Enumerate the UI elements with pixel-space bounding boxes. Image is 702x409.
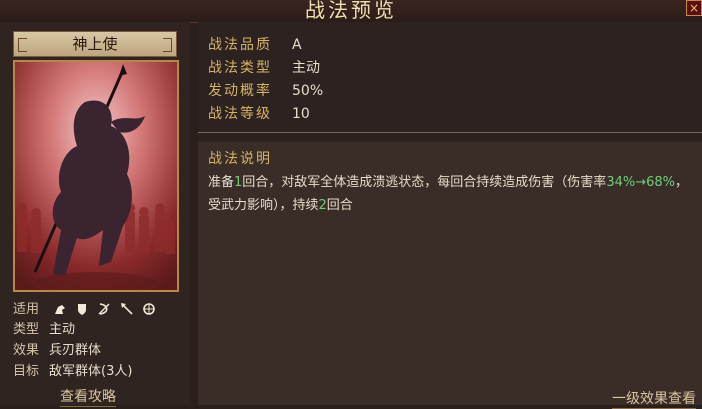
title-bar: 战法预览 × [0,0,702,23]
property-label: 发动概率 [208,83,272,99]
skill-name-plate: 神上使 [13,31,177,57]
type-value: 主动 [49,322,76,337]
property-quality: 战法品质 A [208,34,323,57]
close-button[interactable]: × [686,0,702,16]
property-type: 战法类型 主动 [208,57,323,80]
property-level: 战法等级 10 [208,103,323,126]
effect-label: 效果 [13,343,40,358]
desc-part: 准备 [208,175,235,190]
applicable-icons [53,300,160,318]
wheel-icon [142,302,156,316]
property-value: 主动 [292,60,320,76]
spear-icon [120,302,134,316]
shield-icon [75,302,89,316]
desc-part: 回合，对敌军全体造成溃逃状态，每回合持续造成伤害（伤害率 [242,175,607,190]
target-label: 目标 [13,364,40,379]
effect-row: 效果 兵刃群体 [13,342,101,360]
desc-highlight-damage-rate: 34%→68% [606,175,675,190]
description-box: 战法说明 准备1回合，对敌军全体造成溃逃状态，每回合持续造成伤害（伤害率34%→… [198,142,702,405]
applicable-label: 适用 [13,301,40,317]
warrior-illustration [15,62,177,290]
view-strategy-link[interactable]: 查看攻略 [60,386,116,407]
type-row: 类型 主动 [13,321,75,339]
description-title: 战法说明 [208,151,272,167]
skill-properties: 战法品质 A 战法类型 主动 发动概率 50% 战法等级 10 [208,34,323,126]
level-effect-link[interactable]: 一级效果查看 [612,388,696,409]
divider [198,132,702,133]
property-value: A [292,37,302,53]
property-value: 50% [292,83,324,99]
target-value: 敌军群体(3人) [49,364,133,379]
target-row: 目标 敌军群体(3人) [13,363,132,381]
property-label: 战法等级 [208,106,272,122]
effect-value: 兵刃群体 [49,343,102,358]
property-label: 战法类型 [208,60,272,76]
type-label: 类型 [13,322,40,337]
window-title: 战法预览 [305,0,397,22]
property-value: 10 [292,106,310,122]
desc-highlight-duration: 2 [318,198,327,213]
skill-card-panel: 神上使 适用 类型 主动 效果 兵刃群体 目标 敌军群体(3人) 查看攻略 [0,22,190,407]
bow-icon [97,302,111,316]
property-label: 战法品质 [208,37,272,53]
description-text: 准备1回合，对敌军全体造成溃逃状态，每回合持续造成伤害（伤害率34%→68%，受… [208,171,698,217]
skill-card-art [13,60,179,292]
skill-detail-panel: 战法品质 A 战法类型 主动 发动概率 50% 战法等级 10 战法说明 准备1回合，对… [198,22,702,409]
property-trigger-rate: 发动概率 50% [208,80,323,103]
desc-part: 回合 [326,198,353,213]
applicable-row: 适用 [13,300,160,318]
cavalry-icon [53,302,67,316]
